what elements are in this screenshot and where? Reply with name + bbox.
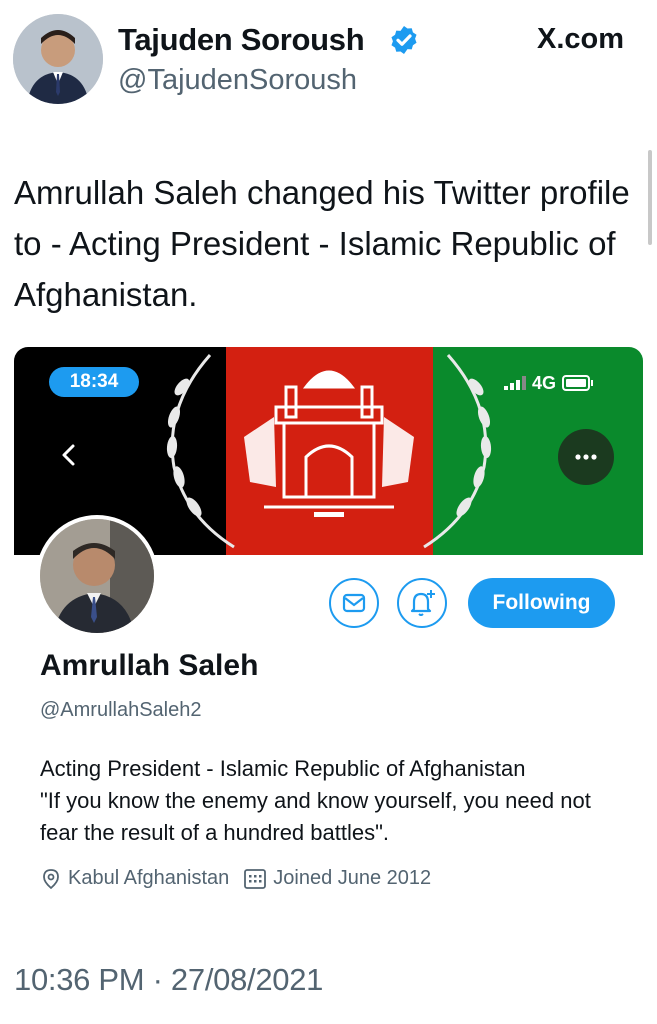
bell-plus-icon xyxy=(410,590,435,616)
following-button[interactable]: Following xyxy=(468,578,615,628)
notifications-button[interactable] xyxy=(397,578,447,628)
profile-avatar-image xyxy=(40,519,154,633)
more-dots-icon xyxy=(575,454,597,460)
verified-badge-icon xyxy=(391,26,417,54)
mail-icon xyxy=(342,593,366,613)
profile-handle: @AmrullahSaleh2 xyxy=(40,699,202,721)
profile-meta: Kabul Afghanistan Joined June 2012 xyxy=(40,867,431,890)
profile-bio: Acting President - Islamic Republic of A… xyxy=(40,756,591,845)
scrollbar[interactable] xyxy=(648,150,652,245)
status-bar-time: 18:34 xyxy=(49,367,139,397)
message-button[interactable] xyxy=(329,578,379,628)
tweet-timestamp[interactable]: 10:36 PM · 27/08/2021 xyxy=(14,962,323,998)
embedded-profile-screenshot: 18:34 4G Following Amrullah Saleh @Amrul… xyxy=(14,347,643,902)
network-label: 4G xyxy=(532,372,557,393)
profile-name: Amrullah Saleh xyxy=(40,649,259,682)
location-pin-icon xyxy=(43,868,59,889)
status-bar: 4G xyxy=(504,372,594,394)
signal-bars-icon xyxy=(504,376,526,390)
author-avatar-image xyxy=(13,14,103,104)
more-options-button[interactable] xyxy=(558,429,614,485)
author-handle[interactable]: @TajudenSoroush xyxy=(118,64,357,97)
author-avatar[interactable] xyxy=(13,14,103,104)
calendar-icon xyxy=(244,868,267,889)
profile-location: Kabul Afghanistan xyxy=(68,867,230,889)
battery-icon xyxy=(562,375,594,391)
profile-avatar[interactable] xyxy=(36,515,158,637)
back-chevron-icon[interactable] xyxy=(54,440,84,470)
source-label: X.com xyxy=(537,23,625,55)
author-name[interactable]: Tajuden Soroush xyxy=(118,22,365,58)
tweet-text: Amrullah Saleh changed his Twitter profi… xyxy=(14,174,630,313)
profile-joined: Joined June 2012 xyxy=(273,867,432,889)
